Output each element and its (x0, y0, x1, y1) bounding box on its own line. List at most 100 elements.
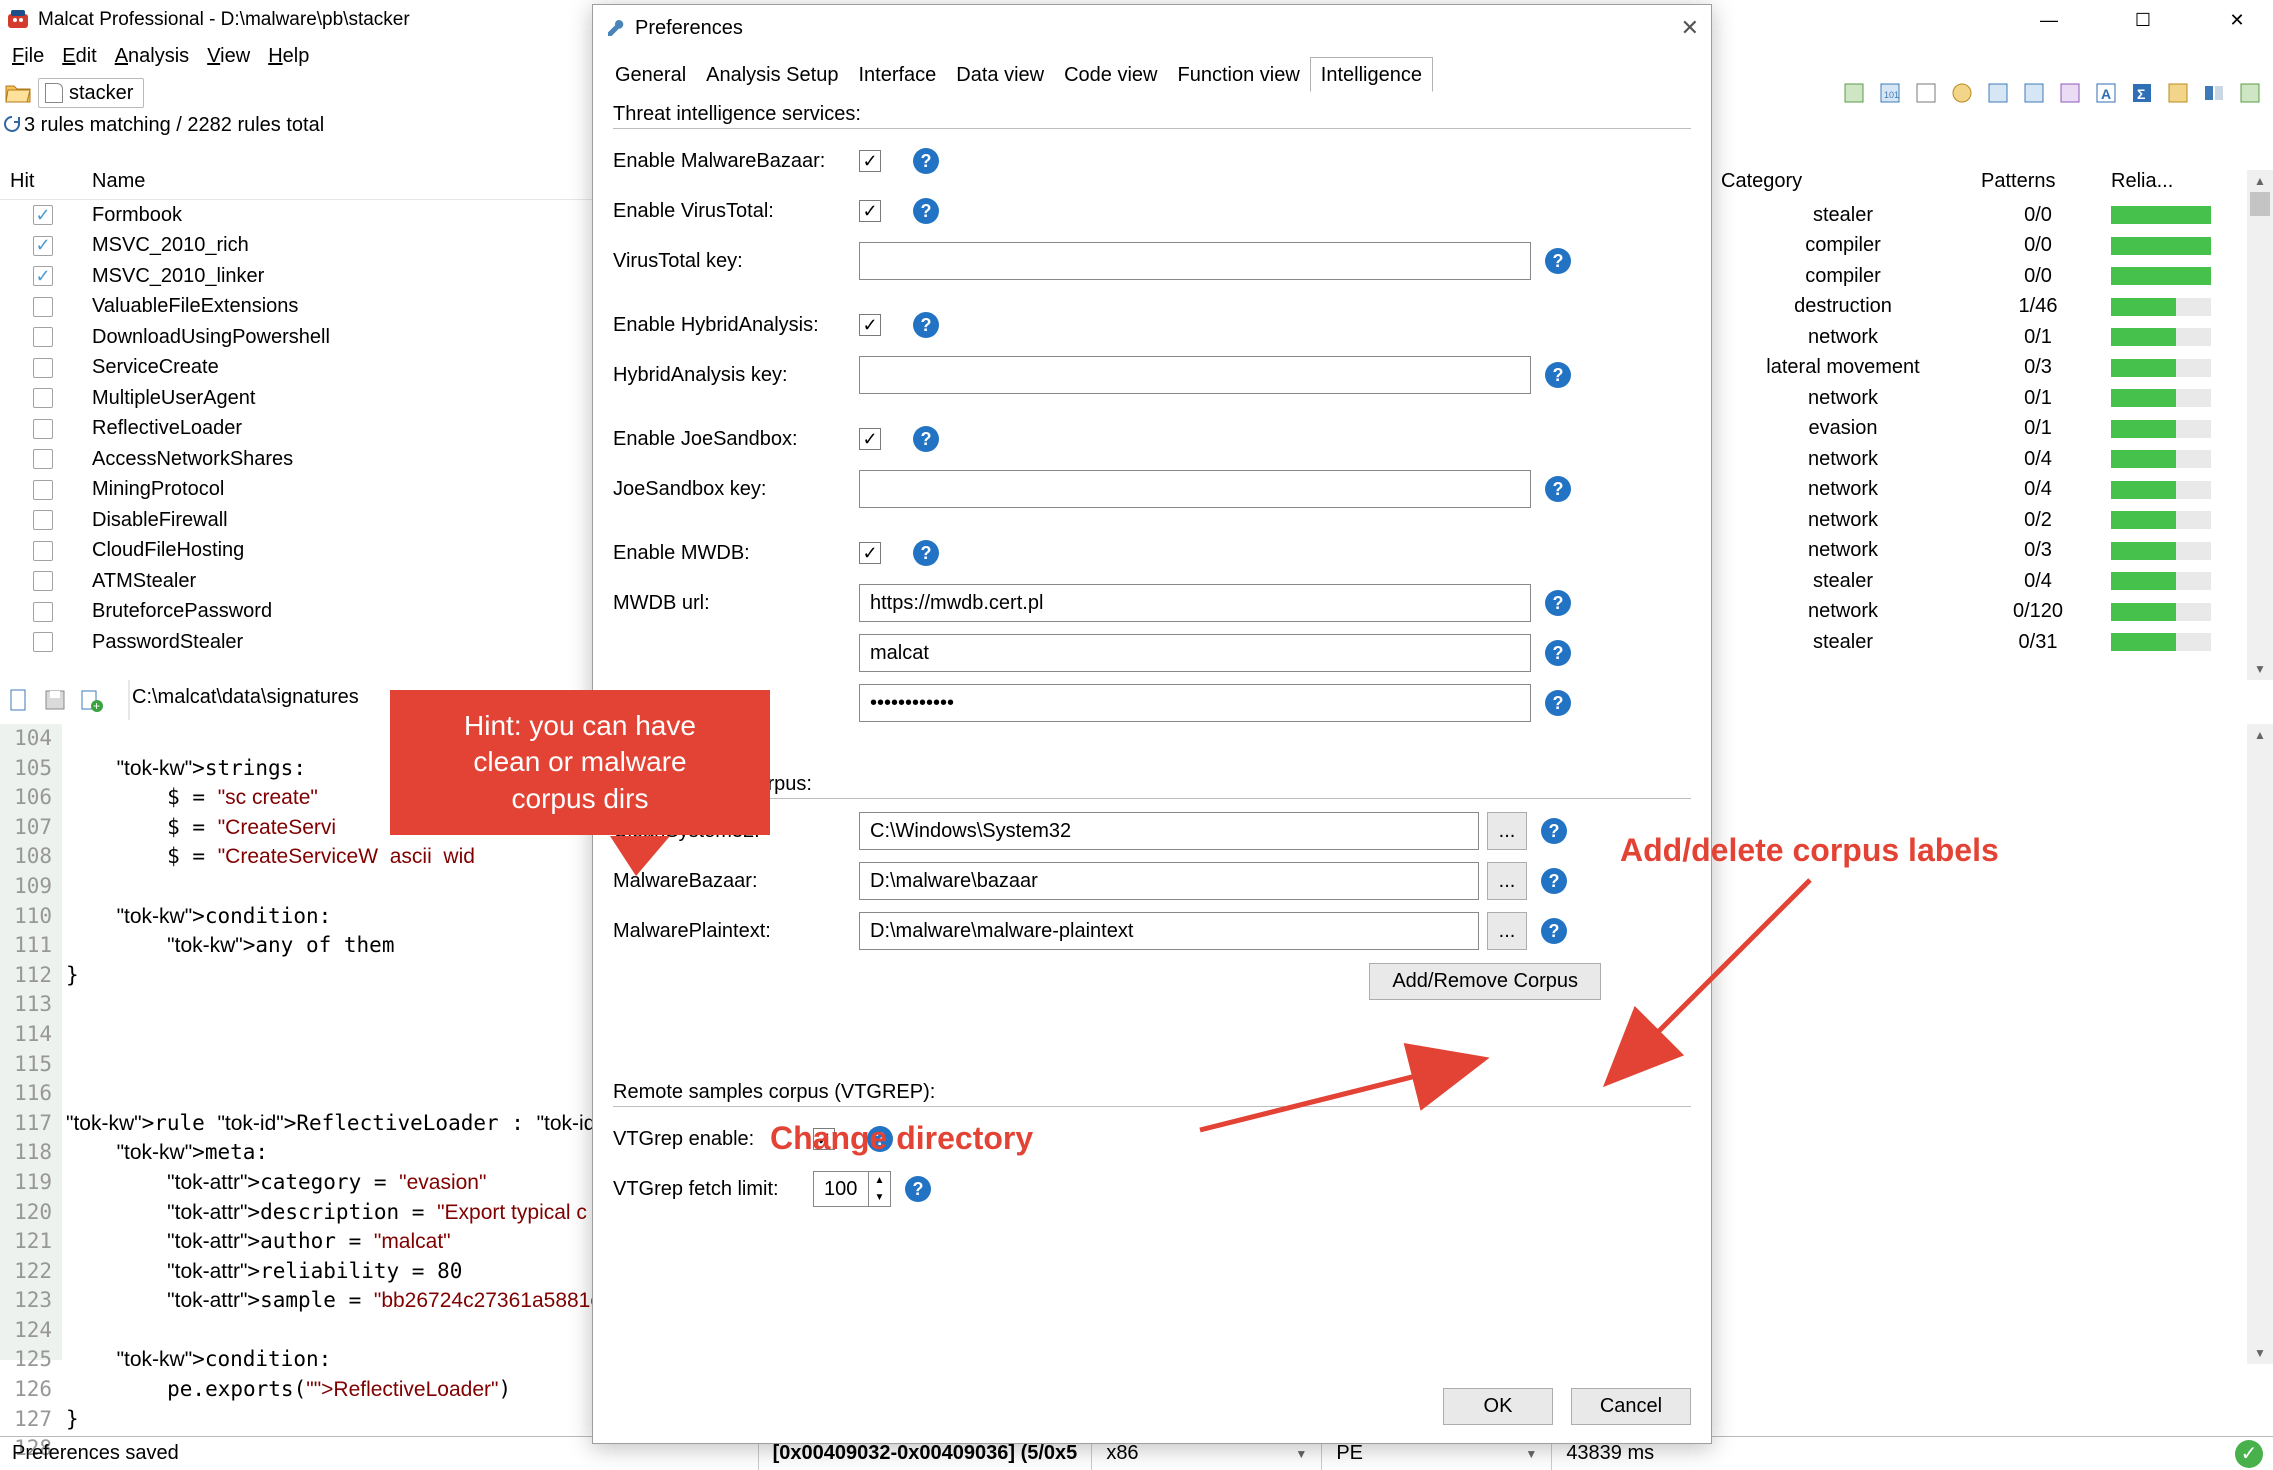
col-category[interactable]: Category (1713, 170, 1973, 200)
rule-hit-checkbox[interactable] (33, 388, 53, 408)
menu-edit[interactable]: Edit (54, 43, 104, 70)
table-row[interactable]: stealer0/31 (1713, 627, 2273, 658)
corpus-path-input[interactable] (859, 912, 1479, 950)
menu-view[interactable]: View (199, 43, 258, 70)
vertical-scrollbar[interactable]: ▲ ▼ (2247, 170, 2273, 680)
prefs-tab[interactable]: Intelligence (1310, 57, 1433, 92)
help-icon[interactable]: ? (1545, 362, 1571, 388)
refresh-icon[interactable] (2, 114, 22, 140)
toolbar-icon[interactable]: A (2091, 78, 2121, 108)
open-file-tab[interactable]: stacker (38, 78, 144, 108)
editor-save-icon[interactable] (40, 685, 70, 715)
spin-down-icon[interactable]: ▼ (868, 1189, 890, 1206)
rule-hit-checkbox[interactable] (33, 602, 53, 622)
rule-hit-checkbox[interactable]: ✓ (33, 236, 53, 256)
rule-hit-checkbox[interactable] (33, 480, 53, 500)
rule-hit-checkbox[interactable] (33, 541, 53, 561)
table-row[interactable]: network0/120 (1713, 597, 2273, 628)
browse-button[interactable]: ... (1487, 912, 1527, 950)
scroll-up-icon[interactable]: ▲ (2247, 170, 2273, 192)
rule-hit-checkbox[interactable] (33, 297, 53, 317)
table-row[interactable]: network0/3 (1713, 536, 2273, 567)
toolbar-icon[interactable] (1911, 78, 1941, 108)
vtgrep-limit-spinner[interactable]: 100▲▼ (813, 1171, 891, 1207)
rule-hit-checkbox[interactable] (33, 632, 53, 652)
prefs-close-button[interactable]: ✕ (1681, 15, 1699, 41)
rule-hit-checkbox[interactable] (33, 419, 53, 439)
rule-hit-checkbox[interactable] (33, 510, 53, 530)
help-icon[interactable]: ? (1545, 248, 1571, 274)
toolbar-icon[interactable] (2163, 78, 2193, 108)
input-hybridanalysis-key[interactable] (859, 356, 1531, 394)
toolbar-icon[interactable] (2199, 78, 2229, 108)
table-row[interactable]: stealer0/4 (1713, 566, 2273, 597)
prefs-tab[interactable]: General (605, 58, 696, 91)
checkbox-joesandbox[interactable]: ✓ (859, 428, 881, 450)
col-reliability[interactable]: Relia... (2103, 170, 2233, 200)
help-icon[interactable]: ? (905, 1176, 931, 1202)
table-row[interactable]: network0/4 (1713, 475, 2273, 506)
toolbar-icon[interactable]: Σ (2127, 78, 2157, 108)
toolbar-icon[interactable] (2235, 78, 2265, 108)
menu-analysis[interactable]: Analysis (107, 43, 197, 70)
checkbox-virustotal[interactable]: ✓ (859, 200, 881, 222)
table-row[interactable]: stealer0/0 (1713, 200, 2273, 231)
input-virustotal-key[interactable] (859, 242, 1531, 280)
editor-new-icon[interactable] (4, 685, 34, 715)
table-row[interactable]: compiler0/0 (1713, 261, 2273, 292)
help-icon[interactable]: ? (1545, 590, 1571, 616)
help-icon[interactable]: ? (913, 540, 939, 566)
help-icon[interactable]: ? (1541, 868, 1567, 894)
maximize-button[interactable]: ☐ (2113, 0, 2173, 40)
table-row[interactable]: network0/1 (1713, 322, 2273, 353)
help-icon[interactable]: ? (1541, 818, 1567, 844)
prefs-tab[interactable]: Data view (946, 58, 1054, 91)
input-mwdb-user[interactable] (859, 634, 1531, 672)
table-row[interactable]: lateral movement0/3 (1713, 353, 2273, 384)
input-mwdb-url[interactable] (859, 584, 1531, 622)
prefs-tab[interactable]: Analysis Setup (696, 58, 848, 91)
rule-hit-checkbox[interactable]: ✓ (33, 205, 53, 225)
col-hit[interactable]: Hit (0, 170, 86, 199)
help-icon[interactable]: ? (1545, 476, 1571, 502)
help-icon[interactable]: ? (913, 426, 939, 452)
table-row[interactable]: network0/4 (1713, 444, 2273, 475)
rule-hit-checkbox[interactable] (33, 571, 53, 591)
scroll-down-icon[interactable]: ▼ (2247, 1342, 2273, 1364)
help-icon[interactable]: ? (1545, 690, 1571, 716)
input-joesandbox-key[interactable] (859, 470, 1531, 508)
open-folder-icon[interactable] (4, 79, 32, 107)
help-icon[interactable]: ? (913, 198, 939, 224)
corpus-path-input[interactable] (859, 862, 1479, 900)
rule-hit-checkbox[interactable] (33, 327, 53, 347)
help-icon[interactable]: ? (1541, 918, 1567, 944)
col-patterns[interactable]: Patterns (1973, 170, 2103, 200)
toolbar-icon[interactable] (1947, 78, 1977, 108)
help-icon[interactable]: ? (913, 148, 939, 174)
editor-scrollbar[interactable]: ▲ ▼ (2247, 724, 2273, 1364)
toolbar-icon[interactable] (1983, 78, 2013, 108)
scroll-thumb[interactable] (2250, 192, 2270, 216)
checkbox-hybridanalysis[interactable]: ✓ (859, 314, 881, 336)
prefs-tab[interactable]: Code view (1054, 58, 1167, 91)
checkbox-malwarebazaar[interactable]: ✓ (859, 150, 881, 172)
table-row[interactable]: destruction1/46 (1713, 292, 2273, 323)
toolbar-icon[interactable] (2055, 78, 2085, 108)
checkbox-mwdb[interactable]: ✓ (859, 542, 881, 564)
toolbar-icon[interactable]: 101 (1875, 78, 1905, 108)
rule-hit-checkbox[interactable] (33, 358, 53, 378)
close-button[interactable]: ✕ (2207, 0, 2267, 40)
cancel-button[interactable]: Cancel (1571, 1388, 1691, 1425)
browse-button[interactable]: ... (1487, 862, 1527, 900)
toolbar-icon[interactable] (2019, 78, 2049, 108)
rule-hit-checkbox[interactable]: ✓ (33, 266, 53, 286)
table-row[interactable]: evasion0/1 (1713, 414, 2273, 445)
table-row[interactable]: network0/2 (1713, 505, 2273, 536)
toolbar-icon[interactable] (1839, 78, 1869, 108)
editor-add-signature-icon[interactable]: + (76, 685, 106, 715)
minimize-button[interactable]: — (2019, 0, 2079, 40)
menu-file[interactable]: File (4, 43, 52, 70)
browse-button[interactable]: ... (1487, 812, 1527, 850)
rule-hit-checkbox[interactable] (33, 449, 53, 469)
menu-help[interactable]: Help (260, 43, 317, 70)
